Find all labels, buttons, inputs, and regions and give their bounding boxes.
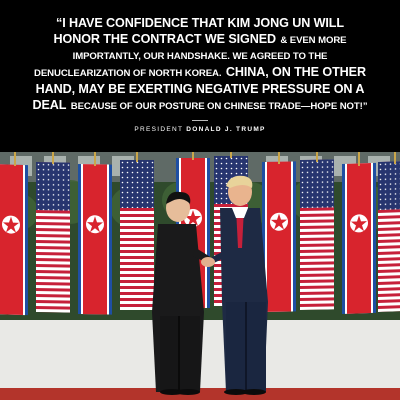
divider-rule bbox=[192, 120, 208, 121]
quote-line: “I HAVE CONFIDENCE THAT KIM JONG UN WILL bbox=[56, 16, 344, 30]
quote-line: HONOR THE CONTRACT WE SIGNED & EVEN MORE bbox=[14, 31, 386, 48]
photo-illustration bbox=[0, 152, 400, 400]
quote-subtext: & EVEN MORE bbox=[280, 35, 347, 47]
attribution: PRESIDENT DONALD J. TRUMP bbox=[0, 126, 400, 133]
quote-emphasis: CHINA, ON THE OTHER bbox=[225, 65, 366, 80]
quote-line: DEAL BECAUSE OF OUR POSTURE ON CHINESE T… bbox=[14, 97, 386, 114]
quote-emphasis: DEAL bbox=[32, 98, 67, 113]
quote-subtext: BECAUSE OF OUR POSTURE ON CHINESE TRADE—… bbox=[70, 101, 368, 113]
attribution-name: DONALD J. TRUMP bbox=[186, 126, 266, 133]
quote-emphasis: HONOR THE CONTRACT WE SIGNED bbox=[53, 32, 277, 47]
quote-line: DENUCLEARIZATION OF NORTH KOREA. CHINA, … bbox=[14, 64, 386, 81]
handshake-photo bbox=[0, 152, 400, 400]
attribution-role: PRESIDENT bbox=[134, 126, 184, 133]
quote-line: HAND, MAY BE EXERTING NEGATIVE PRESSURE … bbox=[35, 81, 365, 96]
quote-subtext: DENUCLEARIZATION OF NORTH KOREA. bbox=[34, 68, 222, 80]
quote-text: “I HAVE CONFIDENCE THAT KIM JONG UN WILL… bbox=[14, 16, 386, 114]
quote-panel: “I HAVE CONFIDENCE THAT KIM JONG UN WILL… bbox=[0, 0, 400, 152]
quote-line: IMPORTANTLY, OUR HANDSHAKE. WE AGREED TO… bbox=[72, 50, 328, 62]
